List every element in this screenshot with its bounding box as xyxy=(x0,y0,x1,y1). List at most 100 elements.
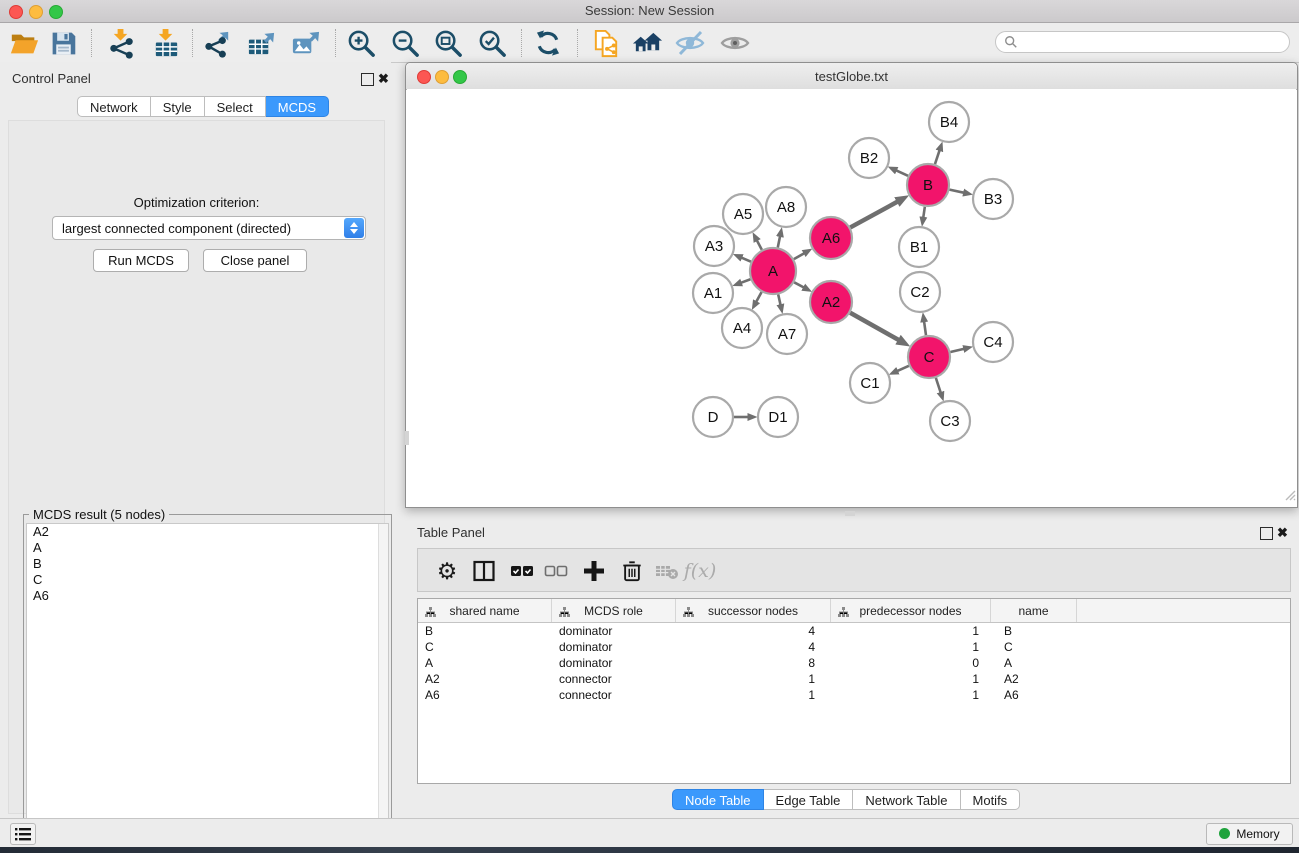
table-row[interactable]: Adominator80A xyxy=(418,655,1290,671)
graph-edge[interactable] xyxy=(935,150,940,164)
graph-edge[interactable] xyxy=(936,378,941,393)
graph-edge[interactable] xyxy=(794,282,803,287)
graph-node-B[interactable]: B xyxy=(907,164,949,206)
export-network-icon[interactable] xyxy=(201,27,235,59)
add-column-icon[interactable] xyxy=(578,555,610,587)
table-row[interactable]: A6connector11A6 xyxy=(418,687,1290,703)
delete-column-trash-icon[interactable] xyxy=(616,555,648,587)
graph-node-A5[interactable]: A5 xyxy=(723,194,763,234)
mcds-result-item[interactable]: C xyxy=(27,572,388,588)
tab-node-table[interactable]: Node Table xyxy=(672,789,764,810)
refresh-layout-icon[interactable] xyxy=(531,27,565,59)
new-network-from-selection-icon[interactable] xyxy=(589,27,623,59)
show-panels-list-button[interactable] xyxy=(10,823,36,845)
graph-node-C[interactable]: C xyxy=(908,336,950,378)
table-settings-gear-icon[interactable]: ⚙ xyxy=(431,555,463,587)
close-panel-button[interactable]: Close panel xyxy=(203,249,307,272)
tab-style[interactable]: Style xyxy=(151,96,205,117)
mcds-result-list[interactable]: A2ABCA6 xyxy=(26,523,389,853)
column-header-mcds-role[interactable]: MCDS role xyxy=(552,599,676,622)
float-panel-icon[interactable] xyxy=(361,73,374,86)
graph-edge[interactable] xyxy=(923,207,925,218)
left-resize-handle[interactable] xyxy=(405,431,409,445)
tab-network[interactable]: Network xyxy=(77,96,151,117)
close-table-panel-icon[interactable]: ✖ xyxy=(1277,525,1288,541)
graph-node-B4[interactable]: B4 xyxy=(929,102,969,142)
show-all-icon[interactable] xyxy=(718,27,752,59)
deselect-all-rows-icon[interactable] xyxy=(540,555,572,587)
mcds-result-item[interactable]: B xyxy=(27,556,388,572)
zoom-out-icon[interactable] xyxy=(388,27,422,59)
import-network-icon[interactable] xyxy=(104,27,138,59)
graph-node-C4[interactable]: C4 xyxy=(973,322,1013,362)
export-table-icon[interactable] xyxy=(244,27,278,59)
graph-node-A6[interactable]: A6 xyxy=(810,217,852,259)
mcds-result-item[interactable]: A xyxy=(27,540,388,556)
zoom-selected-icon[interactable] xyxy=(475,27,509,59)
optimization-criterion-dropdown[interactable]: largest connected component (directed) xyxy=(52,216,366,240)
tab-mcds[interactable]: MCDS xyxy=(266,96,329,117)
graph-node-A1[interactable]: A1 xyxy=(693,273,733,313)
splitter-handle[interactable] xyxy=(845,511,855,516)
network-canvas[interactable]: ABCA2A6A1A3A4A5A7A8B1B2B3B4C1C2C3C4DD1 xyxy=(407,89,1296,506)
save-session-icon[interactable] xyxy=(46,27,80,59)
column-header-shared-name[interactable]: shared name xyxy=(418,599,552,622)
mcds-result-item[interactable]: A6 xyxy=(27,588,388,604)
graph-node-D[interactable]: D xyxy=(693,397,733,437)
export-image-icon[interactable] xyxy=(288,27,322,59)
table-row[interactable]: Bdominator41B xyxy=(418,623,1290,639)
graph-node-B3[interactable]: B3 xyxy=(973,179,1013,219)
graph-node-A7[interactable]: A7 xyxy=(767,314,807,354)
select-all-rows-icon[interactable] xyxy=(506,555,538,587)
memory-button[interactable]: Memory xyxy=(1206,823,1293,845)
graph-node-C1[interactable]: C1 xyxy=(850,363,890,403)
column-selector-icon[interactable] xyxy=(468,555,500,587)
tab-motifs[interactable]: Motifs xyxy=(961,789,1021,810)
column-header-predecessor-nodes[interactable]: predecessor nodes xyxy=(831,599,991,622)
tab-network-table[interactable]: Network Table xyxy=(853,789,960,810)
close-panel-icon[interactable]: ✖ xyxy=(378,71,389,87)
graph-edge[interactable] xyxy=(741,279,750,282)
table-row[interactable]: A2connector11A2 xyxy=(418,671,1290,687)
tab-select[interactable]: Select xyxy=(205,96,266,117)
graph-edge[interactable] xyxy=(896,170,908,175)
graph-edge[interactable] xyxy=(778,236,780,247)
graph-edge[interactable] xyxy=(950,190,964,193)
graph-edge[interactable] xyxy=(924,322,926,335)
zoom-fit-icon[interactable] xyxy=(431,27,465,59)
column-header-name[interactable]: name xyxy=(991,599,1077,622)
graph-node-A3[interactable]: A3 xyxy=(694,226,734,266)
graph-node-A[interactable]: A xyxy=(750,248,796,294)
hide-selected-icon[interactable] xyxy=(673,27,707,59)
search-input[interactable] xyxy=(995,31,1290,53)
graph-edge[interactable] xyxy=(756,292,761,302)
delete-table-icon[interactable] xyxy=(651,555,683,587)
window-resize-grip[interactable] xyxy=(1282,487,1296,506)
graph-edge[interactable] xyxy=(950,349,963,352)
graph-edge[interactable] xyxy=(850,313,898,340)
open-session-icon[interactable] xyxy=(7,27,41,59)
graph-node-B1[interactable]: B1 xyxy=(899,227,939,267)
table-row[interactable]: Cdominator41C xyxy=(418,639,1290,655)
graph-edge[interactable] xyxy=(778,294,780,304)
first-neighbors-icon[interactable] xyxy=(630,27,664,59)
list-scrollbar[interactable] xyxy=(378,524,388,853)
graph-edge[interactable] xyxy=(742,258,751,262)
import-table-icon[interactable] xyxy=(149,27,183,59)
graph-node-C2[interactable]: C2 xyxy=(900,272,940,312)
float-table-panel-icon[interactable] xyxy=(1260,527,1273,540)
run-mcds-button[interactable]: Run MCDS xyxy=(93,249,189,272)
graph-node-C3[interactable]: C3 xyxy=(930,401,970,441)
zoom-in-icon[interactable] xyxy=(344,27,378,59)
function-builder-icon[interactable]: f(x) xyxy=(684,555,716,587)
graph-node-D1[interactable]: D1 xyxy=(758,397,798,437)
graph-edge[interactable] xyxy=(794,253,804,259)
graph-edge[interactable] xyxy=(850,202,897,228)
column-header-successor-nodes[interactable]: successor nodes xyxy=(676,599,831,622)
graph-node-A8[interactable]: A8 xyxy=(766,187,806,227)
graph-edge[interactable] xyxy=(897,366,908,371)
graph-node-A2[interactable]: A2 xyxy=(810,281,852,323)
tab-edge-table[interactable]: Edge Table xyxy=(764,789,854,810)
mcds-result-item[interactable]: A2 xyxy=(27,524,388,540)
graph-node-A4[interactable]: A4 xyxy=(722,308,762,348)
